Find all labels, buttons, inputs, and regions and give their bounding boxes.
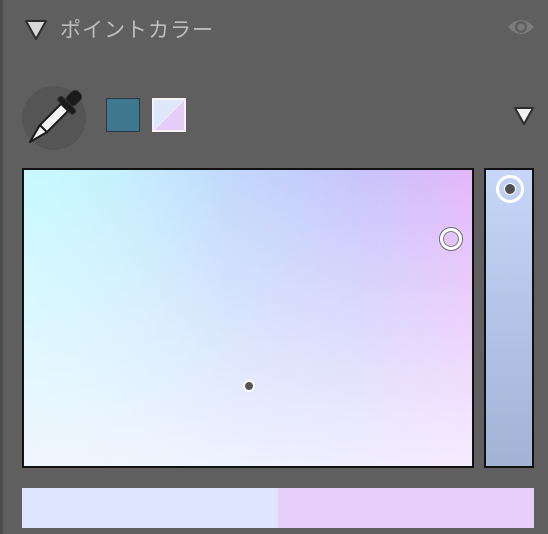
sv-value-layer xyxy=(24,170,472,466)
current-color-swatch[interactable] xyxy=(278,488,534,528)
saturation-value-picker[interactable] xyxy=(22,168,474,468)
options-menu-triangle-icon[interactable] xyxy=(513,106,535,126)
previous-color-swatch[interactable] xyxy=(22,488,278,528)
collapse-triangle-icon[interactable] xyxy=(24,19,48,41)
eyedropper-icon xyxy=(28,89,83,144)
panel-title: ポイントカラー xyxy=(60,18,214,42)
eye-icon[interactable] xyxy=(506,15,536,39)
panel-header: ポイントカラー xyxy=(0,0,548,56)
eyedropper-button[interactable] xyxy=(22,86,86,150)
hue-slider-thumb-center xyxy=(504,183,516,195)
selected-color-cursor[interactable] xyxy=(440,228,462,250)
main-color-swatch[interactable] xyxy=(106,98,140,132)
secondary-color-marker[interactable] xyxy=(243,380,255,392)
sub-color-swatch[interactable] xyxy=(152,98,186,132)
hue-slider[interactable] xyxy=(484,168,534,468)
panel-left-border xyxy=(0,0,3,534)
hue-slider-thumb[interactable] xyxy=(496,175,524,203)
color-compare-strip[interactable] xyxy=(22,488,534,528)
